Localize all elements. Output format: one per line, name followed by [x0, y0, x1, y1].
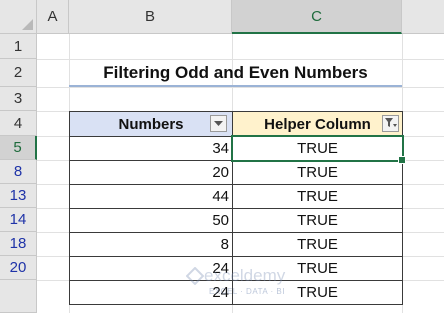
row-header-18[interactable]: 18	[0, 232, 37, 256]
helper-column-filter-button[interactable]	[382, 115, 399, 132]
fill-handle[interactable]	[398, 156, 406, 164]
title-underline	[69, 85, 402, 87]
dropdown-arrow-icon	[214, 120, 223, 126]
numbers-cell[interactable]: 20	[69, 160, 233, 185]
row-header-14[interactable]: 14	[0, 208, 37, 232]
numbers-cell[interactable]: 44	[69, 184, 233, 209]
numbers-filter-button[interactable]	[210, 115, 227, 132]
column-header-d[interactable]	[402, 0, 444, 34]
gridline	[37, 87, 444, 88]
row-header-1[interactable]: 1	[0, 34, 37, 59]
numbers-cell[interactable]: 8	[69, 232, 233, 257]
exceldemy-logo-icon	[186, 267, 204, 285]
filter-funnel-icon	[384, 118, 397, 127]
row-header-4[interactable]: 4	[0, 111, 37, 136]
row-header-2[interactable]: 2	[0, 59, 37, 87]
column-header-a[interactable]: A	[37, 0, 69, 34]
row-header-13[interactable]: 13	[0, 184, 37, 208]
select-all-corner[interactable]	[0, 0, 37, 34]
select-all-icon	[22, 19, 33, 30]
spreadsheet: A B C 1 2 3 4 5 8 13 14 18 20 Filtering …	[0, 0, 444, 313]
watermark-name: exceldemy	[204, 266, 286, 285]
helper-cell[interactable]: TRUE	[232, 160, 403, 185]
header-numbers-cell[interactable]: Numbers	[69, 111, 233, 137]
row-header-20[interactable]: 20	[0, 256, 37, 280]
active-cell-selection	[231, 135, 404, 162]
row-header-8[interactable]: 8	[0, 160, 37, 184]
column-header-b[interactable]: B	[69, 0, 232, 34]
row-header-5[interactable]: 5	[0, 136, 37, 160]
header-helper-column-cell[interactable]: Helper Column	[232, 111, 403, 137]
helper-cell[interactable]: TRUE	[232, 208, 403, 233]
numbers-cell[interactable]: 34	[69, 136, 233, 161]
numbers-cell[interactable]: 50	[69, 208, 233, 233]
header-numbers-label: Numbers	[118, 115, 184, 133]
header-helper-column-label: Helper Column	[264, 115, 371, 133]
helper-cell[interactable]: TRUE	[232, 184, 403, 209]
helper-cell[interactable]: TRUE	[232, 232, 403, 257]
watermark-tagline: EXCEL · DATA · BI	[209, 287, 285, 296]
row-header-empty[interactable]	[0, 280, 37, 313]
row-header-3[interactable]: 3	[0, 87, 37, 111]
sheet-title[interactable]: Filtering Odd and Even Numbers	[69, 59, 402, 86]
watermark-logo: exceldemy	[186, 266, 285, 286]
column-header-c[interactable]: C	[232, 0, 402, 34]
